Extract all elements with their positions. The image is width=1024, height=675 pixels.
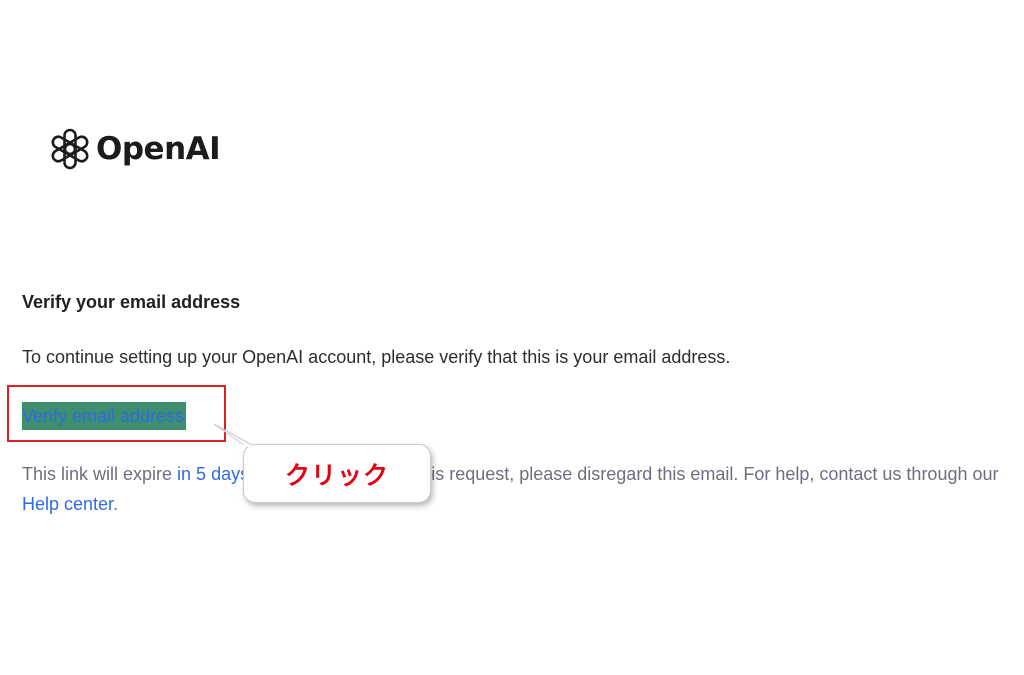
- callout-tail: [213, 423, 252, 447]
- email-footer: This link will expire in 5 days. If you …: [22, 459, 1012, 519]
- footer-text-prefix: This link will expire: [22, 464, 178, 484]
- brand-name: OpenAI: [96, 130, 221, 167]
- openai-logo-icon: [51, 128, 89, 170]
- email-heading: Verify your email address: [22, 292, 241, 312]
- openai-logo: OpenAI: [48, 127, 221, 171]
- help-center-link[interactable]: Help center: [22, 494, 113, 514]
- callout-label: クリック: [284, 460, 389, 490]
- footer-text-suffix: .: [113, 494, 119, 514]
- email-body-text: To continue setting up your OpenAI accou…: [22, 347, 731, 367]
- highlight-annotation-box: [7, 385, 226, 442]
- expire-duration-link[interactable]: in 5 days: [177, 464, 249, 484]
- callout-bubble: クリック: [243, 444, 431, 503]
